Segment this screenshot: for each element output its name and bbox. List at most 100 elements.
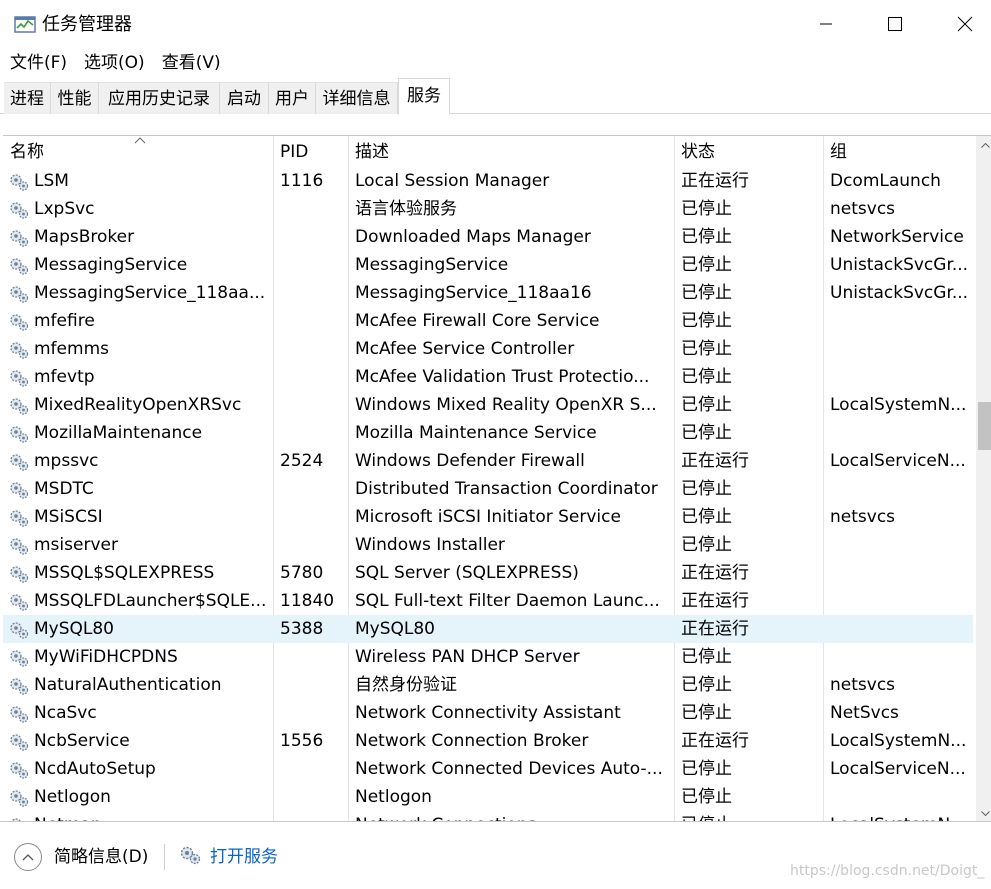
- menu-file[interactable]: 文件(F): [0, 48, 74, 78]
- service-description: Windows Installer: [355, 535, 505, 555]
- menu-view[interactable]: 查看(V): [152, 48, 228, 78]
- table-row[interactable]: Netman Network Connections 已停止 LocalSystemN…: [3, 811, 973, 821]
- table-row[interactable]: mfefire McAfee Firewall Core Service 已停止: [3, 307, 973, 335]
- service-pid: [280, 475, 346, 503]
- service-status: 已停止: [681, 507, 732, 527]
- service-group: [830, 335, 970, 363]
- menu-options[interactable]: 选项(O): [74, 48, 152, 78]
- service-status: 已停止: [681, 339, 732, 359]
- service-name: LSM: [34, 171, 69, 191]
- service-gear-icon: [10, 174, 29, 191]
- service-status: 已停止: [681, 703, 732, 723]
- service-gear-icon: [10, 510, 29, 527]
- sort-ascending-icon: [134, 137, 146, 144]
- table-row[interactable]: MozillaMaintenance Mozilla Maintenance Se…: [3, 419, 973, 447]
- service-group: [830, 615, 970, 643]
- column-header-pid[interactable]: PID: [280, 140, 308, 164]
- menu-bar: 文件(F) 选项(O) 查看(V): [0, 48, 991, 78]
- service-status: 正在运行: [681, 731, 749, 751]
- service-description: Netlogon: [355, 787, 432, 807]
- service-description: Network Connected Devices Auto-...: [355, 759, 663, 779]
- service-group: LocalServiceN...: [830, 451, 966, 471]
- column-header-status[interactable]: 状态: [681, 140, 715, 164]
- less-details-label[interactable]: 简略信息(D): [54, 845, 148, 869]
- table-row[interactable]: MessagingService_118aa... MessagingServic…: [3, 279, 973, 307]
- tab-services[interactable]: 服务: [398, 78, 450, 115]
- service-gear-icon: [10, 762, 29, 779]
- table-row[interactable]: MixedRealityOpenXRSvc Windows Mixed Reali…: [3, 391, 973, 419]
- tab-users[interactable]: 用户: [269, 82, 316, 114]
- close-icon: [957, 16, 973, 32]
- tab-details[interactable]: 详细信息: [316, 82, 398, 114]
- service-description: Network Connection Broker: [355, 731, 589, 751]
- tab-performance[interactable]: 性能: [51, 82, 99, 114]
- service-pid: 1556: [280, 731, 324, 751]
- scroll-down-button[interactable]: [976, 804, 991, 821]
- column-header-name[interactable]: 名称: [10, 140, 44, 164]
- service-gear-icon: [10, 286, 29, 303]
- table-row[interactable]: mfemms McAfee Service Controller 已停止: [3, 335, 973, 363]
- open-services-link[interactable]: 打开服务: [210, 845, 278, 869]
- table-row[interactable]: MapsBroker Downloaded Maps Manager 已停止 Netw…: [3, 223, 973, 251]
- service-pid: 5388: [280, 619, 324, 639]
- service-name: msiserver: [34, 535, 118, 555]
- table-row[interactable]: mfevtp McAfee Validation Trust Protectio.…: [3, 363, 973, 391]
- column-header-description[interactable]: 描述: [355, 140, 389, 164]
- table-row[interactable]: msiserver Windows Installer 已停止: [3, 531, 973, 559]
- table-row[interactable]: LxpSvc 语言体验服务 已停止 netsvcs: [3, 195, 973, 223]
- table-row[interactable]: mpssvc 2524 Windows Defender Firewall 正在运行 L…: [3, 447, 973, 475]
- service-name: Netman: [34, 811, 270, 821]
- minimize-button[interactable]: [791, 0, 861, 48]
- service-group: netsvcs: [830, 199, 896, 219]
- service-status: 已停止: [681, 675, 732, 695]
- table-row[interactable]: MSSQLFDLauncher$SQLE... 11840 SQL Full-tex…: [3, 587, 973, 615]
- service-pid: [280, 279, 346, 307]
- service-pid: [280, 643, 346, 671]
- watermark: https://blog.csdn.net/Doigt_: [790, 863, 985, 879]
- service-pid: 2524: [280, 451, 324, 471]
- vertical-scrollbar[interactable]: [976, 136, 991, 821]
- service-name: MessagingService: [34, 255, 188, 275]
- service-pid: [280, 195, 346, 223]
- service-group: netsvcs: [830, 507, 896, 527]
- close-button[interactable]: [930, 0, 991, 48]
- service-gear-icon: [10, 398, 29, 415]
- tab-startup[interactable]: 启动: [220, 82, 269, 114]
- minimize-icon: [820, 23, 832, 25]
- table-row[interactable]: NcbService 1556 Network Connection Broker 正…: [3, 727, 973, 755]
- table-row[interactable]: MyWiFiDHCPDNS Wireless PAN DHCP Server 已停止: [3, 643, 973, 671]
- maximize-button[interactable]: [860, 0, 930, 48]
- table-row[interactable]: NcaSvc Network Connectivity Assistant 已停止 N…: [3, 699, 973, 727]
- service-description: MessagingService_118aa16: [355, 283, 592, 303]
- less-details-button[interactable]: [14, 843, 42, 871]
- column-header-group[interactable]: 组: [830, 140, 847, 164]
- service-gear-icon: [10, 482, 29, 499]
- tab-app-history[interactable]: 应用历史记录: [99, 82, 220, 114]
- service-status: 正在运行: [681, 451, 749, 471]
- footer-bar: 简略信息(D) 打开服务 https://blog.csdn.net/Doigt…: [0, 821, 991, 889]
- service-name: NcdAutoSetup: [34, 759, 156, 779]
- service-group: UnistackSvcGr...: [830, 255, 969, 275]
- table-row[interactable]: NaturalAuthentication 自然身份验证 已停止 netsvcs: [3, 671, 973, 699]
- service-gear-icon: [10, 650, 29, 667]
- table-row[interactable]: MySQL80 5388 MySQL80 正在运行: [3, 615, 973, 643]
- service-gear-icon: [10, 370, 29, 387]
- table-row[interactable]: MSiSCSI Microsoft iSCSI Initiator Service…: [3, 503, 973, 531]
- service-group: LocalServiceN...: [830, 759, 966, 779]
- table-row[interactable]: MSDTC Distributed Transaction Coordinator…: [3, 475, 973, 503]
- table-row[interactable]: NcdAutoSetup Network Connected Devices Au…: [3, 755, 973, 783]
- table-row[interactable]: MSSQL$SQLEXPRESS 5780 SQL Server (SQLEXPRE…: [3, 559, 973, 587]
- table-row[interactable]: LSM 1116 Local Session Manager 正在运行 DcomLaun…: [3, 167, 973, 195]
- scroll-thumb[interactable]: [978, 402, 991, 450]
- footer-divider: [164, 844, 165, 870]
- service-description: 语言体验服务: [355, 199, 457, 219]
- service-gear-icon: [10, 230, 29, 247]
- service-status: 已停止: [681, 255, 732, 275]
- table-header: 名称 PID 描述 状态 组: [3, 136, 973, 166]
- service-pid: [280, 223, 346, 251]
- scroll-up-button[interactable]: [976, 136, 991, 154]
- table-row[interactable]: MessagingService MessagingService 已停止 Unist…: [3, 251, 973, 279]
- service-name: MapsBroker: [34, 227, 135, 247]
- table-row[interactable]: Netlogon Netlogon 已停止: [3, 783, 973, 811]
- tab-processes[interactable]: 进程: [4, 82, 51, 114]
